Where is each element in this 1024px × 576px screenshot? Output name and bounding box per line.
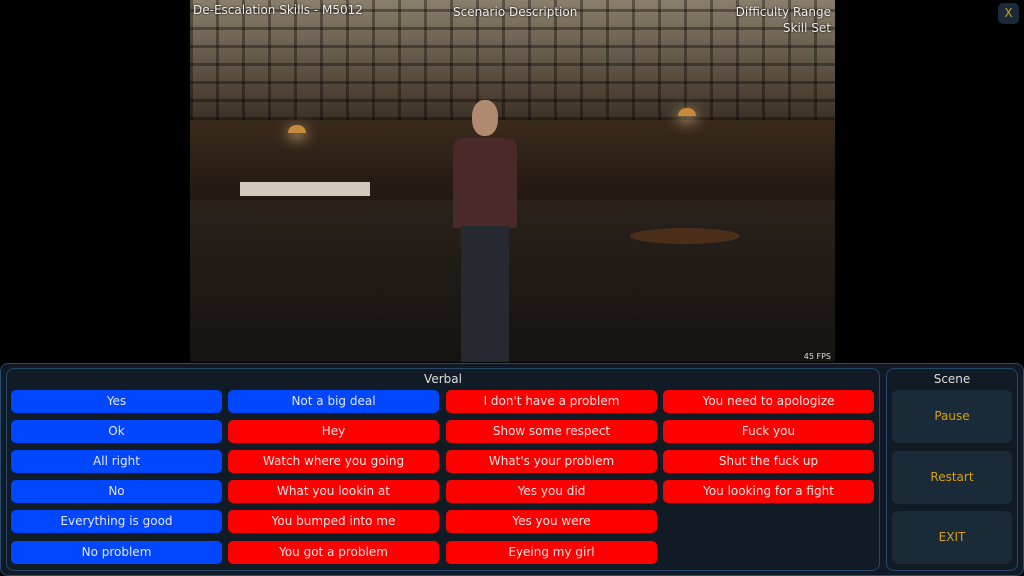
verbal-option-button[interactable]: Yes: [11, 390, 222, 413]
pause-button[interactable]: Pause: [892, 390, 1012, 443]
verbal-option-button[interactable]: You looking for a fight: [663, 480, 874, 503]
verbal-option-button[interactable]: Eyeing my girl: [446, 541, 657, 564]
verbal-option-button[interactable]: No problem: [11, 541, 222, 564]
verbal-option-button[interactable]: Not a big deal: [228, 390, 439, 413]
close-button[interactable]: X: [998, 3, 1019, 24]
verbal-title: Verbal: [424, 372, 462, 386]
restart-button[interactable]: Restart: [892, 451, 1012, 504]
table: [630, 228, 740, 244]
verbal-option-button[interactable]: No: [11, 480, 222, 503]
bar-counter: [240, 182, 370, 196]
verbal-option-button[interactable]: Watch where you going: [228, 450, 439, 473]
verbal-option-button[interactable]: I don't have a problem: [446, 390, 657, 413]
fps-counter: 45 FPS: [803, 352, 831, 361]
verbal-option-button[interactable]: Yes you were: [446, 510, 657, 533]
verbal-option-button[interactable]: What you lookin at: [228, 480, 439, 503]
verbal-option-button[interactable]: Shut the fuck up: [663, 450, 874, 473]
verbal-option-button[interactable]: You need to apologize: [663, 390, 874, 413]
difficulty-range[interactable]: Difficulty Range: [736, 5, 831, 19]
lamp: [288, 125, 306, 133]
verbal-option-button[interactable]: Hey: [228, 420, 439, 443]
skill-set[interactable]: Skill Set: [783, 21, 831, 35]
verbal-option-button[interactable]: You bumped into me: [228, 510, 439, 533]
character: [445, 100, 525, 362]
verbal-option-button[interactable]: Yes you did: [446, 480, 657, 503]
verbal-option-button[interactable]: What's your problem: [446, 450, 657, 473]
scenario-description[interactable]: Scenario Description: [453, 5, 577, 19]
lamp: [678, 108, 696, 116]
verbal-option-button[interactable]: Everything is good: [11, 510, 222, 533]
exit-button[interactable]: EXIT: [892, 511, 1012, 564]
verbal-option-button[interactable]: Fuck you: [663, 420, 874, 443]
scene-viewport: 45 FPS: [190, 0, 835, 362]
verbal-option-button[interactable]: Show some respect: [446, 420, 657, 443]
verbal-option-button[interactable]: Ok: [11, 420, 222, 443]
module-title: De-Escalation Skills - M5012: [193, 3, 363, 17]
verbal-option-button[interactable]: You got a problem: [228, 541, 439, 564]
verbal-option-button[interactable]: All right: [11, 450, 222, 473]
scene-title: Scene: [933, 372, 971, 386]
